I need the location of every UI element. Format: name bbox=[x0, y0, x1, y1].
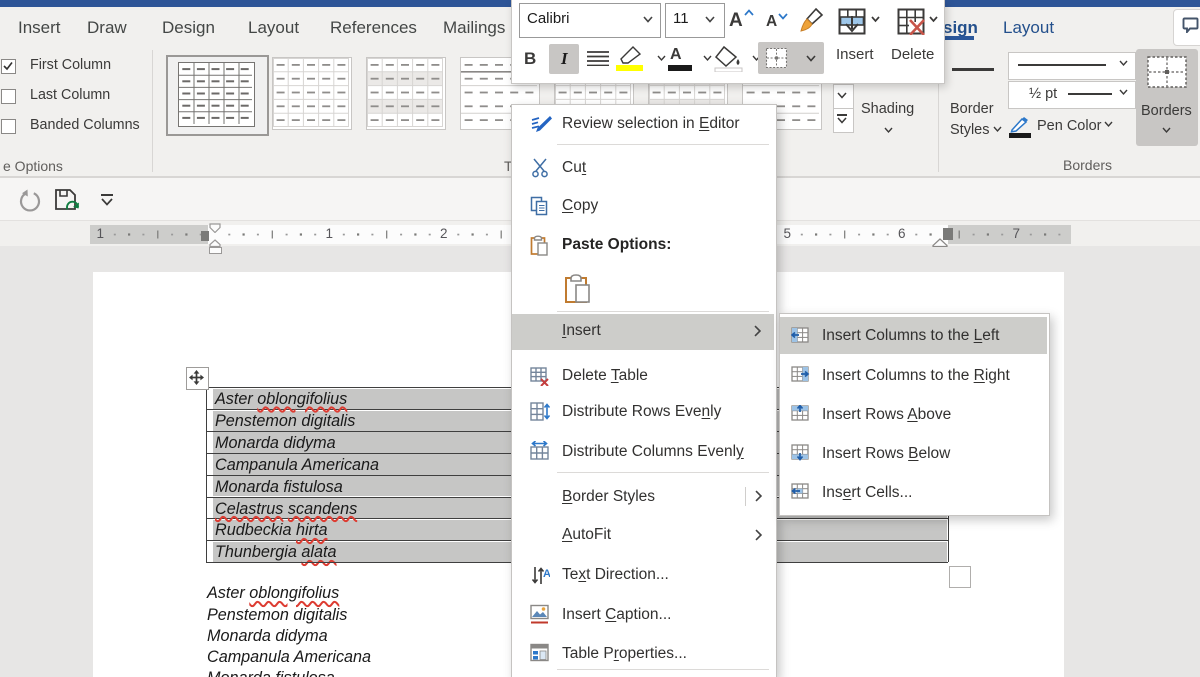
svg-text:A: A bbox=[543, 568, 550, 580]
